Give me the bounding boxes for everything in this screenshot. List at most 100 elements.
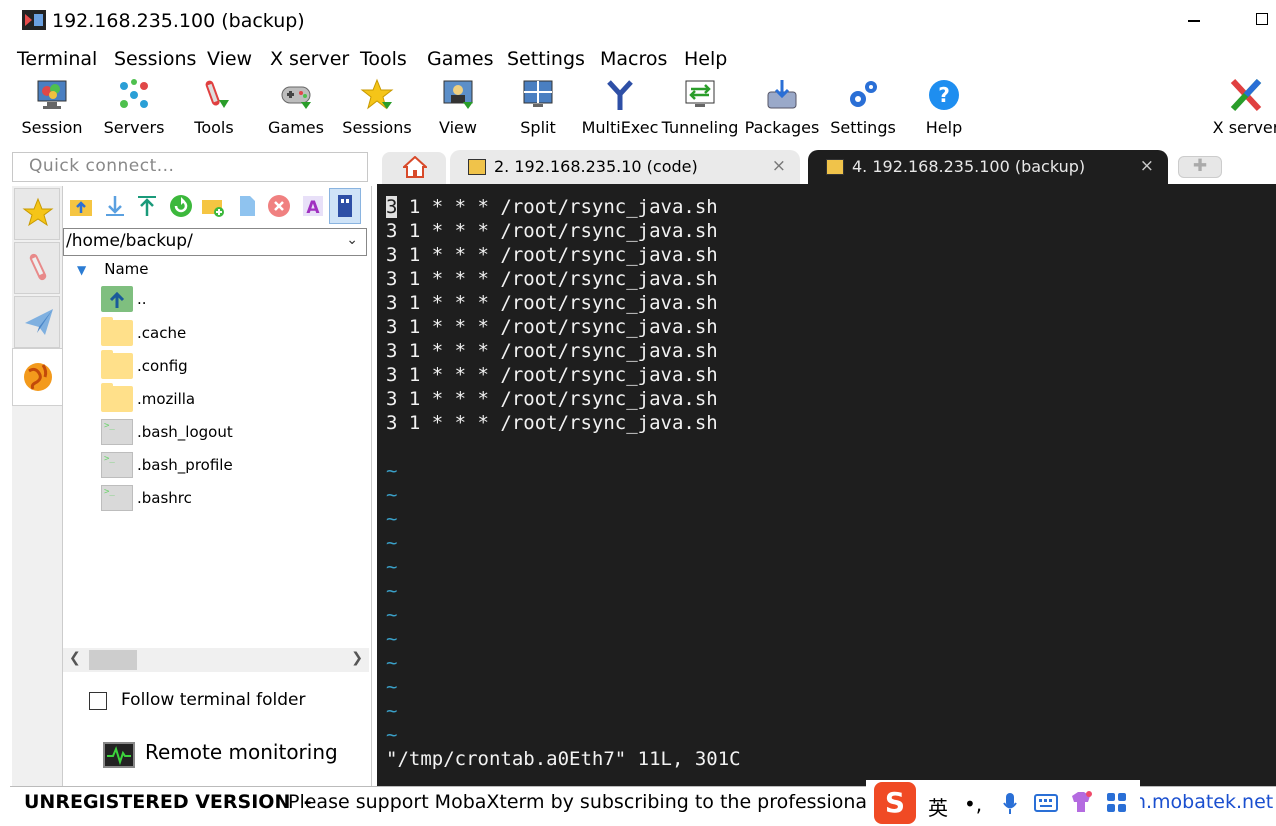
- sidetab-sessions[interactable]: [14, 188, 60, 240]
- terminal-line: 3 1 * * * /root/rsync_java.sh: [386, 292, 718, 314]
- plus-icon: ✚: [1192, 156, 1208, 176]
- ime-punctuation-toggle[interactable]: •,: [964, 792, 982, 816]
- folder-icon: [101, 317, 133, 346]
- multiexec-icon: [607, 80, 633, 110]
- scroll-right-icon[interactable]: ❯: [351, 650, 363, 666]
- vim-tilde-line: ~: [386, 556, 398, 578]
- new-folder-icon[interactable]: [201, 194, 225, 218]
- terminal-line: 3 1 * * * /root/rsync_java.sh: [386, 220, 718, 242]
- sogou-logo-icon[interactable]: S: [874, 782, 916, 824]
- menu-terminal[interactable]: Terminal: [17, 48, 97, 70]
- monitor-icon: [103, 742, 135, 768]
- chevron-down-icon[interactable]: ⌄: [346, 232, 358, 248]
- sftp-toggle-button[interactable]: [329, 188, 361, 224]
- sftp-file-panel: A /home/backup/ ⌄ ▼ Name .. .cache .confi…: [62, 186, 372, 786]
- vim-tilde-line: ~: [386, 724, 398, 746]
- sidetab-sftp[interactable]: [12, 348, 64, 406]
- settings-icon: [850, 81, 877, 107]
- globe-icon: [24, 363, 52, 391]
- menu-help[interactable]: Help: [684, 48, 727, 70]
- svg-text:?: ?: [938, 83, 950, 107]
- menu-x-server[interactable]: X server: [270, 48, 349, 70]
- menu-macros[interactable]: Macros: [600, 48, 667, 70]
- shell-file-icon: >_: [101, 452, 133, 478]
- remote-path-input[interactable]: /home/backup/ ⌄: [63, 228, 367, 256]
- sidetab-tools[interactable]: [14, 242, 60, 294]
- delete-icon[interactable]: [267, 194, 291, 218]
- session-button[interactable]: Session: [12, 76, 92, 142]
- help-button[interactable]: ? Help: [904, 76, 984, 142]
- multiexec-button[interactable]: MultiExec: [580, 76, 660, 142]
- sidetab-macros[interactable]: [14, 296, 60, 348]
- minimize-button[interactable]: [1188, 20, 1200, 22]
- scrollbar-thumb[interactable]: [89, 650, 137, 670]
- refresh-icon[interactable]: [169, 194, 193, 218]
- x-server-button[interactable]: X server: [1206, 76, 1276, 142]
- scroll-left-icon[interactable]: ❮: [69, 650, 81, 666]
- vim-tilde-line: ~: [386, 580, 398, 602]
- ime-mode-toggle[interactable]: 英: [928, 792, 948, 821]
- menu-sessions[interactable]: Sessions: [114, 48, 196, 70]
- tools-button[interactable]: Tools: [174, 76, 254, 142]
- terminal-line: 3 1 * * * /root/rsync_java.sh: [386, 340, 718, 362]
- skin-icon[interactable]: [1068, 790, 1094, 814]
- star-icon: [22, 197, 54, 227]
- terminal-cursor: 3: [386, 196, 398, 218]
- vim-tilde-line: ~: [386, 676, 398, 698]
- microphone-icon[interactable]: [1002, 792, 1018, 816]
- new-file-icon[interactable]: [235, 194, 259, 218]
- xserver-icon: [1230, 78, 1262, 112]
- maximize-button[interactable]: [1256, 13, 1268, 25]
- close-tab-icon[interactable]: ×: [1140, 156, 1154, 176]
- session-icon: [37, 80, 67, 109]
- ssh-key-icon: [468, 159, 486, 175]
- help-icon: ?: [929, 80, 959, 110]
- menu-games[interactable]: Games: [427, 48, 493, 70]
- horizontal-scrollbar[interactable]: ❮ ❯: [63, 648, 369, 672]
- rename-icon[interactable]: A: [301, 194, 325, 218]
- upload-icon[interactable]: [135, 194, 159, 218]
- unregistered-label: UNREGISTERED VERSION -: [24, 791, 312, 813]
- menu-view[interactable]: View: [207, 48, 252, 70]
- terminal-line-rest: 1 * * * /root/rsync_java.sh: [397, 196, 718, 218]
- sessions-button[interactable]: Sessions: [337, 76, 417, 142]
- support-message: Please support MobaXterm by subscribing …: [288, 791, 891, 813]
- menu-tools[interactable]: Tools: [360, 48, 407, 70]
- terminal-line: 3 1 * * * /root/rsync_java.sh: [386, 388, 718, 410]
- settings-button[interactable]: Settings: [823, 76, 903, 142]
- packages-button[interactable]: Packages: [742, 76, 822, 142]
- name-column-header[interactable]: ▼ Name: [77, 260, 149, 278]
- tab-backup-session[interactable]: 4. 192.168.235.100 (backup) ×: [808, 150, 1168, 184]
- close-tab-icon[interactable]: ×: [772, 156, 786, 176]
- download-icon[interactable]: [103, 194, 127, 218]
- mobatek-link[interactable]: rm.mobatek.net: [1120, 791, 1273, 813]
- home-tab[interactable]: [382, 152, 446, 184]
- vim-status-line: "/tmp/crontab.a0Eth7" 11L, 301C: [386, 748, 741, 770]
- grid-menu-icon[interactable]: [1106, 792, 1128, 814]
- terminal-line: 3 1 * * * /root/rsync_java.sh: [386, 412, 718, 434]
- paper-plane-icon: [25, 309, 53, 335]
- menu-settings[interactable]: Settings: [507, 48, 585, 70]
- ime-toolbar: S 英 •,: [866, 780, 1140, 826]
- ssh-key-icon: [826, 159, 844, 175]
- new-tab-button[interactable]: ✚: [1178, 156, 1222, 178]
- folder-icon: [101, 350, 133, 379]
- quick-connect-input[interactable]: Quick connect...: [12, 152, 368, 182]
- folder-icon: [101, 383, 133, 412]
- packages-icon: [767, 80, 797, 109]
- split-button[interactable]: Split: [498, 76, 578, 142]
- terminal-line: 3 1 * * * /root/rsync_java.sh: [386, 196, 718, 218]
- keyboard-icon[interactable]: [1034, 794, 1058, 812]
- terminal-view[interactable]: 3 1 * * * /root/rsync_java.sh 3 1 * * * …: [377, 184, 1276, 786]
- parent-folder-icon[interactable]: [69, 194, 93, 218]
- view-button[interactable]: View: [418, 76, 498, 142]
- split-icon: [523, 80, 553, 107]
- view-icon: [443, 80, 473, 109]
- games-button[interactable]: Games: [256, 76, 336, 142]
- sort-triangle-icon: ▼: [77, 263, 87, 277]
- checkbox[interactable]: [89, 692, 107, 710]
- servers-button[interactable]: Servers: [94, 76, 174, 142]
- tunneling-button[interactable]: Tunneling: [660, 76, 740, 142]
- tab-code-session[interactable]: 2. 192.168.235.10 (code) ×: [450, 150, 800, 184]
- shell-file-icon: >_: [101, 485, 133, 511]
